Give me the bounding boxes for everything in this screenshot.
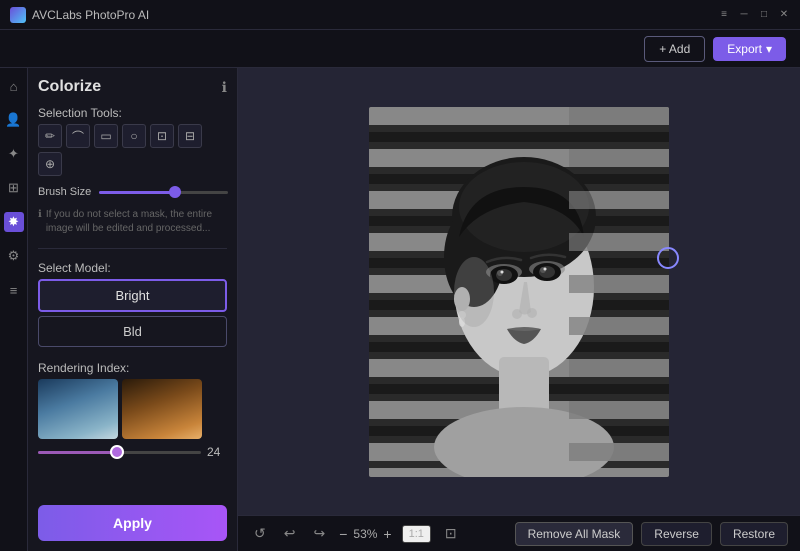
- ratio-btn[interactable]: 1:1: [402, 525, 431, 543]
- control-panel: Colorize ℹ Selection Tools: ✏ ⌒ ▭ ○ ⊡ ⊟ …: [28, 68, 238, 551]
- pen-tool[interactable]: ✏: [38, 124, 62, 148]
- redo-icon[interactable]: ↪: [309, 523, 329, 544]
- undo-icon[interactable]: ↩: [280, 523, 300, 544]
- remove-mask-button[interactable]: Remove All Mask: [515, 522, 634, 546]
- info-icon[interactable]: ℹ: [222, 79, 227, 96]
- title-bar: AVCLabs PhotoPro AI ≡ ─ □ ✕: [0, 0, 800, 30]
- bw-photo-svg: [369, 107, 669, 477]
- top-header: + Add Export ▾: [0, 30, 800, 68]
- plus-tool[interactable]: ⊕: [38, 152, 62, 176]
- divider: [38, 248, 227, 249]
- brush-size-row: Brush Size: [38, 186, 227, 198]
- circle-tool[interactable]: ○: [122, 124, 146, 148]
- selection-tools-section: Selection Tools: ✏ ⌒ ▭ ○ ⊡ ⊟ ⊕: [38, 106, 227, 176]
- menu-icon[interactable]: ≡: [718, 9, 730, 21]
- photo-container: [369, 107, 669, 477]
- hint-text: ℹ If you do not select a mask, the entir…: [38, 208, 227, 236]
- wand-tool[interactable]: ⊡: [150, 124, 174, 148]
- zoom-label: 53%: [353, 527, 377, 541]
- circle-indicator: [657, 247, 679, 269]
- render-value: 24: [207, 445, 227, 459]
- fit-icon[interactable]: ⊡: [441, 523, 461, 544]
- photo-frame: [369, 107, 669, 477]
- panel-title: Colorize: [38, 78, 101, 96]
- lasso-tool[interactable]: ⌒: [66, 124, 90, 148]
- header-actions: + Add Export ▾: [644, 36, 786, 62]
- restore-button[interactable]: Restore: [720, 522, 788, 546]
- rail-cursor-icon[interactable]: ✦: [4, 144, 24, 164]
- hint-icon: ℹ: [38, 208, 42, 236]
- icon-rail: ⌂ 👤 ✦ ⊞ ✸ ⚙ ≡: [0, 68, 28, 551]
- selection-tools-label: Selection Tools:: [38, 106, 227, 120]
- app-icon: [10, 7, 26, 23]
- zoom-out-btn[interactable]: −: [339, 526, 347, 542]
- reverse-button[interactable]: Reverse: [641, 522, 712, 546]
- canvas-area: ↺ ↩ ↪ − 53% + 1:1 ⊡ Remove All Mask Reve…: [238, 68, 800, 551]
- brush-size-label: Brush Size: [38, 186, 91, 198]
- toolbar-right: Remove All Mask Reverse Restore: [515, 522, 788, 546]
- close-btn[interactable]: ✕: [778, 9, 790, 21]
- rendering-section: Rendering Index: 24: [38, 361, 227, 459]
- toolbar-left: ↺ ↩ ↪ − 53% + 1:1 ⊡: [250, 523, 461, 544]
- maximize-btn[interactable]: □: [758, 9, 770, 21]
- add-button[interactable]: + Add: [644, 36, 705, 62]
- app-title: AVCLabs PhotoPro AI: [32, 8, 149, 22]
- render-preview-1: [38, 379, 118, 439]
- rect-tool[interactable]: ▭: [94, 124, 118, 148]
- apply-button[interactable]: Apply: [38, 505, 227, 541]
- render-preview-2: [122, 379, 202, 439]
- minus-tool[interactable]: ⊟: [178, 124, 202, 148]
- rail-layers-icon[interactable]: ⊞: [4, 178, 24, 198]
- model-bright-btn[interactable]: Bright: [38, 279, 227, 312]
- export-button[interactable]: Export ▾: [713, 37, 786, 61]
- rail-sliders-icon[interactable]: ≡: [4, 280, 24, 300]
- model-section: Select Model: Bright Bld: [38, 261, 227, 351]
- rendering-label: Rendering Index:: [38, 361, 227, 375]
- rail-tool-icon[interactable]: ⚙: [4, 246, 24, 266]
- zoom-controls: − 53% +: [339, 526, 391, 542]
- rail-person-icon[interactable]: 👤: [4, 110, 24, 130]
- bottom-toolbar: ↺ ↩ ↪ − 53% + 1:1 ⊡ Remove All Mask Reve…: [238, 515, 800, 551]
- panel-header: Colorize ℹ: [38, 78, 227, 96]
- model-bld-btn[interactable]: Bld: [38, 316, 227, 347]
- render-previews: [38, 379, 227, 439]
- model-label: Select Model:: [38, 261, 227, 275]
- render-slider-row: 24: [38, 445, 227, 459]
- brush-size-slider[interactable]: [99, 191, 228, 194]
- rail-home-icon[interactable]: ⌂: [4, 76, 24, 96]
- refresh-icon[interactable]: ↺: [250, 523, 270, 544]
- canvas-workspace[interactable]: [238, 68, 800, 515]
- render-slider[interactable]: [38, 451, 201, 454]
- zoom-in-btn[interactable]: +: [383, 526, 391, 542]
- minimize-btn[interactable]: ─: [738, 9, 750, 21]
- rail-sparkle-icon[interactable]: ✸: [4, 212, 24, 232]
- window-controls[interactable]: ≡ ─ □ ✕: [718, 9, 790, 21]
- chevron-down-icon: ▾: [766, 42, 772, 56]
- selection-tools-row: ✏ ⌒ ▭ ○ ⊡ ⊟ ⊕: [38, 124, 227, 176]
